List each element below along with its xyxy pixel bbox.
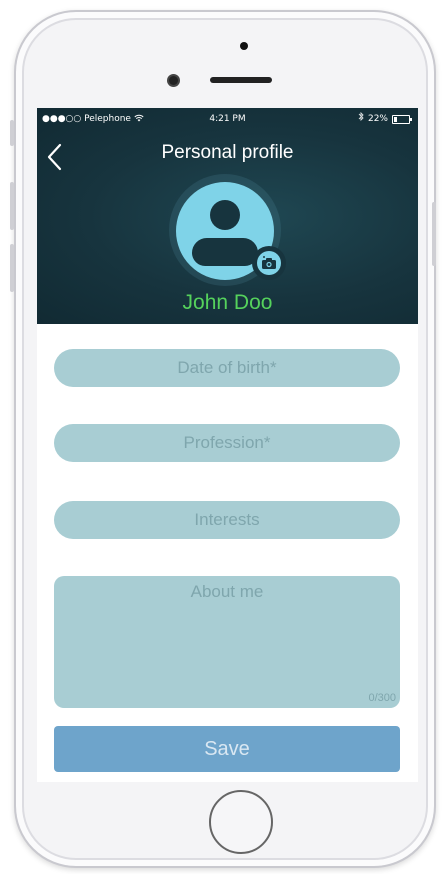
camera-icon bbox=[262, 256, 276, 269]
mute-switch bbox=[10, 120, 14, 146]
volume-down-button bbox=[10, 244, 14, 292]
proximity-sensor bbox=[240, 42, 248, 50]
status-bar: ●●●○○ Pelephone 4:21 PM 22% bbox=[37, 108, 418, 130]
battery-percent: 22% bbox=[367, 114, 388, 124]
status-right-group: 22% bbox=[358, 108, 412, 130]
avatar-head bbox=[210, 200, 240, 230]
date-of-birth-input[interactable] bbox=[54, 349, 400, 387]
user-name: John Doo bbox=[182, 291, 273, 314]
about-me-textarea[interactable] bbox=[54, 576, 400, 708]
interests-input[interactable] bbox=[54, 501, 400, 539]
camera-icon-background bbox=[257, 251, 281, 275]
bluetooth-icon bbox=[358, 108, 364, 130]
front-camera bbox=[169, 76, 178, 85]
earpiece-speaker bbox=[210, 77, 272, 83]
page-title: Personal profile bbox=[161, 142, 294, 163]
home-button[interactable] bbox=[209, 790, 273, 854]
save-button[interactable]: Save bbox=[54, 726, 400, 772]
app-screen: ●●●○○ Pelephone 4:21 PM 22% Personal pro… bbox=[37, 108, 418, 782]
change-photo-button[interactable] bbox=[252, 246, 286, 280]
volume-up-button bbox=[10, 182, 14, 230]
profession-input[interactable] bbox=[54, 424, 400, 462]
profile-header: ●●●○○ Pelephone 4:21 PM 22% Personal pro… bbox=[37, 108, 418, 324]
about-me-container: 0/300 bbox=[54, 576, 400, 708]
about-me-char-counter: 0/300 bbox=[368, 692, 396, 704]
power-button bbox=[432, 202, 436, 266]
battery-icon bbox=[392, 114, 412, 124]
avatar-body bbox=[192, 238, 258, 266]
